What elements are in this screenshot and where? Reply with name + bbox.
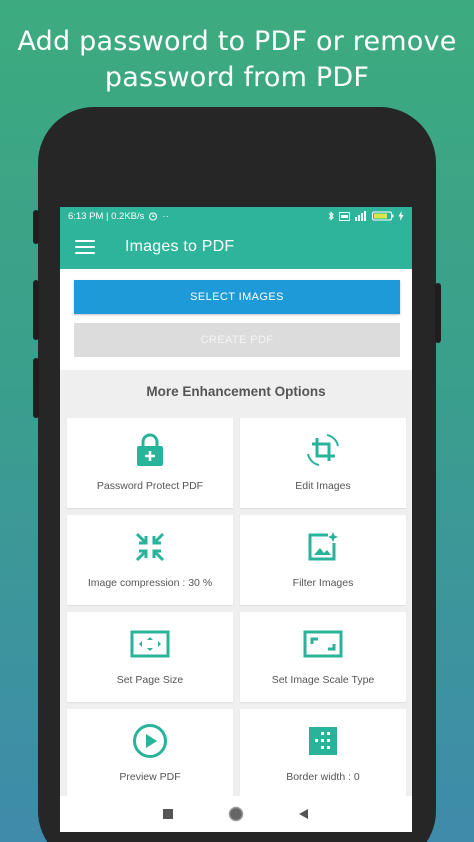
headline-line-2: password from PDF <box>104 62 370 93</box>
charging-icon <box>398 211 404 221</box>
signal-icon <box>355 211 366 221</box>
option-label: Filter Images <box>292 577 354 589</box>
hamburger-menu-icon[interactable] <box>75 240 95 254</box>
option-label: Password Protect PDF <box>96 480 204 492</box>
option-filter-images[interactable]: Filter Images <box>240 515 406 605</box>
border-icon <box>309 727 337 755</box>
bluetooth-icon <box>328 211 334 221</box>
compress-arrows-icon <box>135 532 165 562</box>
status-time: 6:13 PM | 0.2KB/s <box>68 210 145 222</box>
create-pdf-button[interactable]: CREATE PDF <box>74 323 400 357</box>
option-label: Border width : 0 <box>286 771 360 783</box>
option-password-protect-pdf[interactable]: Password Protect PDF <box>67 418 233 508</box>
promo-headline: Add password to PDF or remove password f… <box>0 24 474 96</box>
image-filter-icon <box>308 532 338 561</box>
back-triangle-icon[interactable] <box>298 808 310 820</box>
status-dots: ·· <box>162 210 169 222</box>
option-label: Edit Images <box>295 480 351 492</box>
option-preview-pdf[interactable]: Preview PDF <box>67 709 233 799</box>
battery-icon <box>372 211 394 221</box>
option-image-compression[interactable]: Image compression : 30 % <box>67 515 233 605</box>
headline-line-1: Add password to PDF or remove <box>17 26 457 57</box>
status-bar: 6:13 PM | 0.2KB/s ·· <box>60 207 412 225</box>
phone-screen: 6:13 PM | 0.2KB/s ·· Images to PDF SELEC… <box>60 207 412 832</box>
crop-rotate-icon <box>307 434 339 466</box>
app-bar: Images to PDF <box>60 225 412 269</box>
volte-icon <box>339 211 350 221</box>
app-title: Images to PDF <box>125 238 235 255</box>
option-border-width[interactable]: Border width : 0 <box>240 709 406 799</box>
play-circle-icon <box>133 724 167 758</box>
system-nav-bar <box>60 796 412 832</box>
alarm-icon <box>149 212 158 221</box>
image-action-panel: SELECT IMAGES CREATE PDF <box>60 269 412 370</box>
page-size-icon <box>130 630 170 658</box>
home-circle-icon[interactable] <box>228 806 244 822</box>
lock-plus-icon <box>137 433 163 466</box>
phone-side-button-right <box>435 283 441 343</box>
option-set-page-size[interactable]: Set Page Size <box>67 612 233 702</box>
option-set-image-scale-type[interactable]: Set Image Scale Type <box>240 612 406 702</box>
option-label: Set Image Scale Type <box>271 674 375 686</box>
recents-square-icon[interactable] <box>162 808 174 820</box>
phone-side-button-left-2 <box>33 280 39 340</box>
option-label: Image compression : 30 % <box>87 577 213 589</box>
option-edit-images[interactable]: Edit Images <box>240 418 406 508</box>
scale-type-icon <box>303 630 343 658</box>
option-label: Set Page Size <box>116 674 184 686</box>
enhancement-section-title: More Enhancement Options <box>146 384 326 399</box>
option-label: Preview PDF <box>119 771 181 783</box>
phone-side-button-left-3 <box>33 358 39 418</box>
select-images-button[interactable]: SELECT IMAGES <box>74 280 400 314</box>
phone-side-button-left-1 <box>33 210 39 244</box>
enhancement-options-grid: Password Protect PDF Edit Images Image c… <box>60 418 412 799</box>
